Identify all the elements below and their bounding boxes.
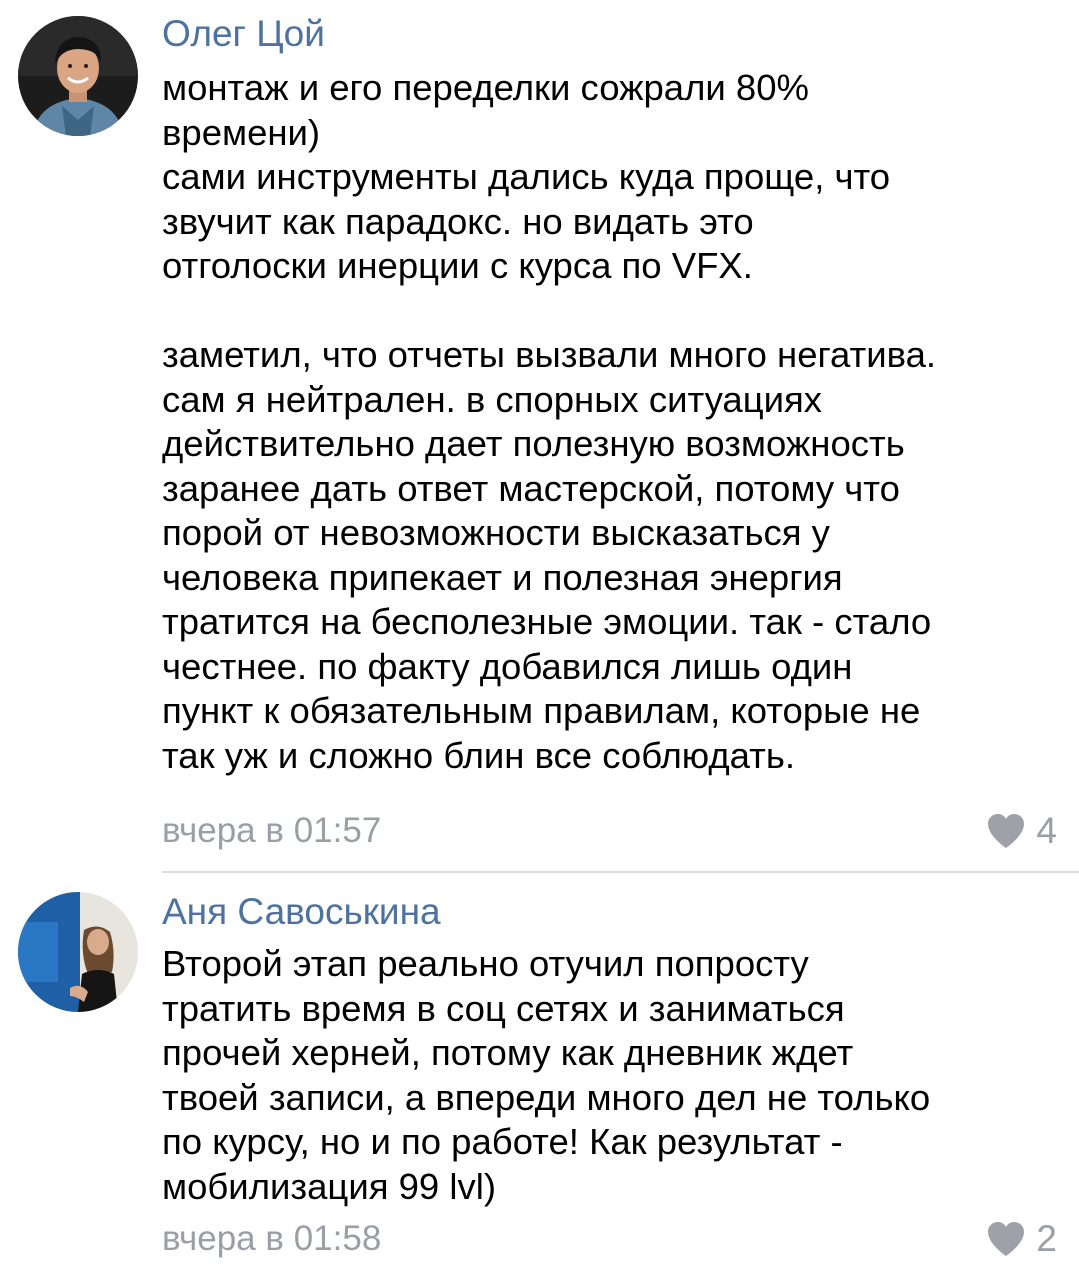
- author-avatar[interactable]: [18, 892, 138, 1012]
- like-button[interactable]: 2: [986, 1217, 1057, 1261]
- avatar-photo-icon: [18, 892, 138, 1012]
- comment-meta: вчера в 01:57 4: [162, 809, 1057, 853]
- avatar-photo-icon: [18, 16, 138, 136]
- comment-item: Олег Цой монтаж и его переделки сожрали …: [0, 0, 1079, 872]
- like-count: 2: [1036, 1218, 1057, 1259]
- like-count: 4: [1036, 810, 1057, 851]
- comment-author-name[interactable]: Аня Савоськина: [162, 890, 441, 934]
- comment-date: вчера в 01:58: [162, 1219, 382, 1258]
- comment-text: монтаж и его переделки сожрали 80% време…: [162, 67, 937, 776]
- heart-icon: [988, 814, 1025, 848]
- author-avatar[interactable]: [18, 16, 138, 136]
- comment-date: вчера в 01:57: [162, 811, 382, 850]
- comment-meta: вчера в 01:58 2: [162, 1217, 1057, 1261]
- like-button[interactable]: 4: [986, 809, 1057, 853]
- comment-author-name[interactable]: Олег Цой: [162, 12, 325, 56]
- comment-text: Второй этап реально отучил попросту трат…: [162, 943, 931, 1207]
- comment-item: Аня Савоськина Второй этап реально отучи…: [0, 872, 1079, 1280]
- heart-icon: [988, 1222, 1025, 1256]
